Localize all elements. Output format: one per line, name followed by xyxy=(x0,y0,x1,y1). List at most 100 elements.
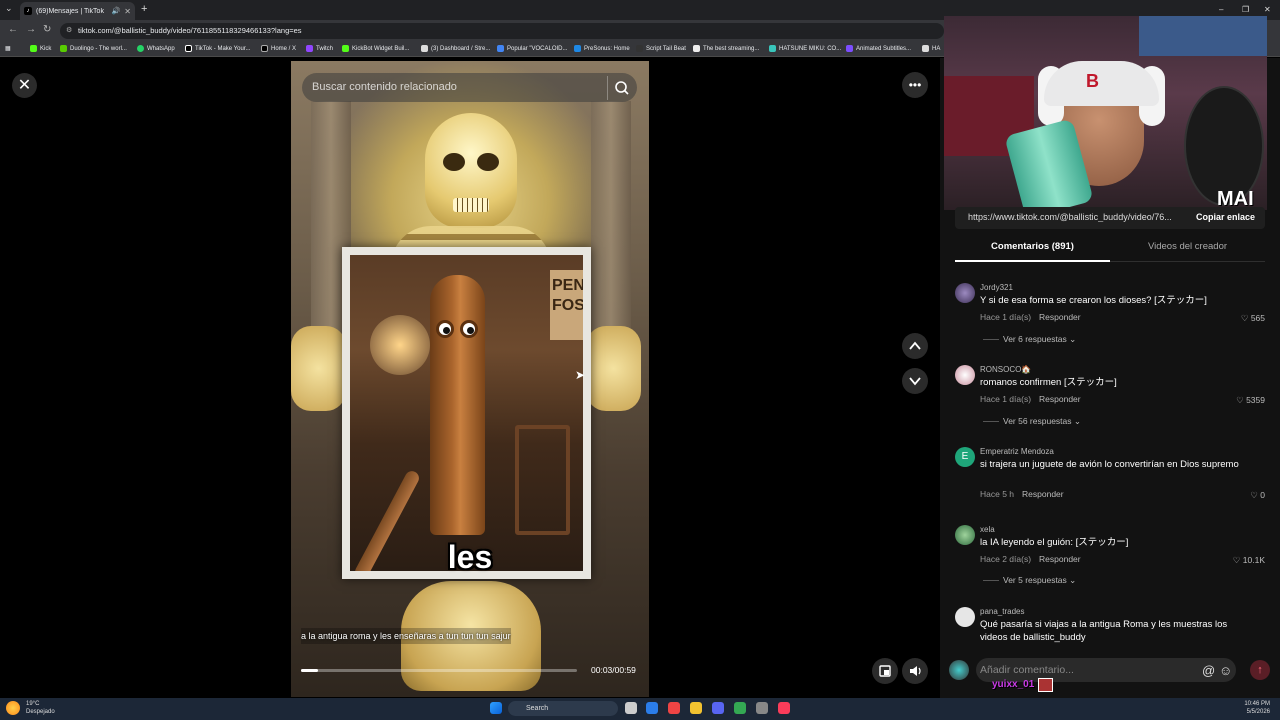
previous-video-button[interactable] xyxy=(902,333,928,359)
view-replies-button[interactable]: Ver 6 respuestas ⌄ xyxy=(983,334,1076,345)
related-search-input[interactable]: Buscar contenido relacionado xyxy=(302,73,637,102)
reply-button[interactable]: Responder xyxy=(1039,554,1081,564)
character-eye xyxy=(436,320,454,338)
avatar[interactable] xyxy=(955,365,975,385)
bookmark-item[interactable]: HATSUNE MIKU: CO... xyxy=(769,45,841,52)
view-replies-button[interactable]: Ver 5 respuestas ⌄ xyxy=(983,575,1076,586)
bookmark-item[interactable]: Twitch xyxy=(306,45,333,52)
bookmark-item[interactable]: Home / X xyxy=(261,45,296,52)
avatar[interactable] xyxy=(955,525,975,545)
like-button[interactable]: ♡ 10.1K xyxy=(1233,555,1265,566)
weather-widget[interactable]: 19°C Despejado xyxy=(6,700,55,716)
like-button[interactable]: ♡ 0 xyxy=(1250,490,1265,501)
windows-taskbar: 19°C Despejado xyxy=(0,698,1280,720)
volume-button[interactable] xyxy=(902,658,928,684)
comment-username[interactable]: Jordy321 xyxy=(980,283,1013,292)
taskbar-search[interactable]: Search xyxy=(508,701,618,716)
reply-button[interactable]: Responder xyxy=(1039,394,1081,404)
comment-placeholder: Añadir comentario... xyxy=(980,664,1074,676)
discord-icon[interactable] xyxy=(712,702,724,714)
bookmark-item[interactable]: KickBot Widget Buil... xyxy=(342,45,409,52)
bookmark-item[interactable]: TikTok - Make Your... xyxy=(185,45,250,52)
avatar[interactable] xyxy=(955,607,975,627)
view-replies-button[interactable]: Ver 56 respuestas ⌄ xyxy=(983,416,1081,427)
avatar[interactable]: E xyxy=(955,447,975,467)
bookmark-item[interactable]: PreSonus: Home xyxy=(574,45,630,52)
reply-button[interactable]: Responder xyxy=(1039,312,1081,322)
bookmark-item[interactable]: Animated Subtitles... xyxy=(846,45,911,52)
forward-icon[interactable]: → xyxy=(26,24,36,35)
app-icon[interactable] xyxy=(646,702,658,714)
close-video-button[interactable]: ✕ xyxy=(12,73,37,98)
character-eye xyxy=(460,320,478,338)
bookmark-item[interactable]: The best streaming... xyxy=(693,45,759,52)
arrow-up-icon: ↑ xyxy=(1257,664,1263,676)
tab-creator-videos[interactable]: Videos del creador xyxy=(1110,238,1265,262)
progress-bar[interactable] xyxy=(301,669,577,672)
held-picture-frame: PEN FOS xyxy=(342,247,591,579)
bookmark-item[interactable]: WhatsApp xyxy=(137,45,175,52)
comment-username[interactable]: pana_trades xyxy=(980,607,1024,616)
chevron-down-icon xyxy=(909,377,921,386)
more-options-button[interactable]: ••• xyxy=(902,72,928,98)
weather-temp: 19°C xyxy=(26,701,40,707)
weather-icon xyxy=(6,701,20,715)
new-tab-button[interactable]: + xyxy=(141,3,147,15)
heart-icon: ♡ xyxy=(1236,395,1247,405)
audio-playing-icon[interactable]: 🔊 xyxy=(112,7,121,15)
bookmark-item[interactable]: Script Tail Beat xyxy=(636,45,686,52)
floating-player-button[interactable] xyxy=(872,658,898,684)
task-view-icon[interactable] xyxy=(625,702,637,714)
comment-username[interactable]: RONSOCO🏠 xyxy=(980,365,1031,374)
app-icon[interactable] xyxy=(756,702,768,714)
baseball-cap xyxy=(1044,61,1159,106)
emoji-icon[interactable]: ☺ xyxy=(1219,663,1232,678)
site-info-icon[interactable]: ⚙ xyxy=(66,23,72,39)
reply-button[interactable]: Responder xyxy=(1022,489,1064,499)
next-video-button[interactable] xyxy=(902,368,928,394)
tab-list-icon[interactable]: ⌄ xyxy=(5,3,13,14)
stream-chat-avatar xyxy=(1038,678,1053,692)
tab-comments[interactable]: Comentarios (891) xyxy=(955,238,1110,262)
bookmark-item[interactable]: Kick xyxy=(30,45,51,52)
app-icon[interactable] xyxy=(668,702,680,714)
window-close-icon[interactable]: ✕ xyxy=(1264,5,1271,14)
copy-link-button[interactable]: Copiar enlace xyxy=(1196,212,1255,222)
post-comment-button[interactable]: ↑ xyxy=(1250,660,1270,680)
browser-tab-tiktok[interactable]: ♪ (69)Mensajes | TikTok 🔊 ✕ xyxy=(20,2,135,20)
reload-icon[interactable]: ↻ xyxy=(43,24,51,35)
heart-icon: ♡ xyxy=(1240,313,1251,323)
file-explorer-icon[interactable] xyxy=(690,702,702,714)
video-player[interactable]: PEN FOS les Buscar contenido relacionado… xyxy=(291,61,649,697)
like-button[interactable]: ♡ 5359 xyxy=(1236,395,1265,406)
url-field[interactable]: ⚙ tiktok.com/@ballistic_buddy/video/7611… xyxy=(60,23,944,39)
mouse-cursor-icon: ➤ xyxy=(575,368,586,382)
bookmark-item[interactable]: HA xyxy=(922,45,940,52)
like-count: 5359 xyxy=(1246,395,1265,405)
comment-username[interactable]: xela xyxy=(980,525,995,534)
apps-icon[interactable]: ▦ xyxy=(5,45,11,52)
avatar[interactable] xyxy=(955,283,975,303)
skeleton-left-hand xyxy=(291,326,346,411)
panel-tabs: Comentarios (891) Videos del creador xyxy=(955,238,1265,262)
minimize-icon[interactable]: – xyxy=(1219,5,1223,14)
comment-username[interactable]: Emperatriz Mendoza xyxy=(980,447,1054,456)
mention-icon[interactable]: @ xyxy=(1202,663,1215,678)
taskbar-clock[interactable]: 10:46 PM 5/5/2026 xyxy=(1244,700,1270,716)
tab-title: (69)Mensajes | TikTok xyxy=(36,7,104,15)
bookmark-item[interactable]: (3) Dashboard / Stre... xyxy=(421,45,490,52)
chrome-icon[interactable] xyxy=(734,702,746,714)
avatar[interactable] xyxy=(949,660,969,680)
share-link-url[interactable]: https://www.tiktok.com/@ballistic_buddy/… xyxy=(968,212,1188,222)
bookmark-item[interactable]: Popular "VOCALOID... xyxy=(497,45,568,52)
music-app-icon[interactable] xyxy=(778,702,790,714)
back-icon[interactable]: ← xyxy=(8,24,18,35)
lamp-light xyxy=(370,315,430,375)
like-button[interactable]: ♡ 565 xyxy=(1241,313,1265,324)
maximize-icon[interactable]: ❐ xyxy=(1242,5,1249,14)
tab-close-icon[interactable]: ✕ xyxy=(124,7,131,16)
bookmark-item[interactable]: Duolingo - The worl... xyxy=(60,45,127,52)
volume-icon xyxy=(910,666,921,676)
windows-start-icon[interactable] xyxy=(490,702,502,714)
search-icon[interactable] xyxy=(607,76,631,100)
